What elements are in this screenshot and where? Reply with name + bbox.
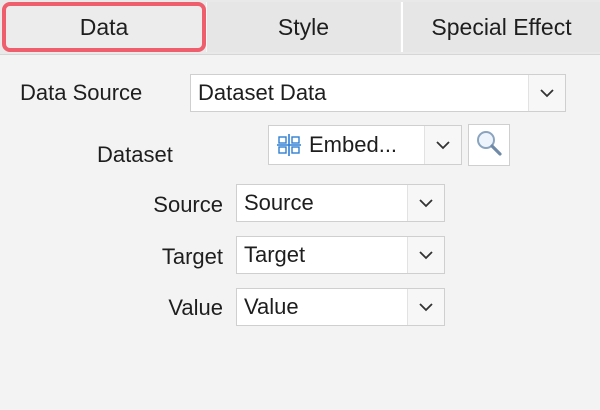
- tab-bar: Data Style Special Effect: [0, 0, 600, 55]
- chevron-down-icon[interactable]: [407, 237, 444, 273]
- target-value: Target: [244, 242, 306, 267]
- data-source-value: Dataset Data: [198, 80, 327, 105]
- chevron-down-icon[interactable]: [528, 75, 565, 111]
- tab-style-label: Style: [277, 13, 330, 40]
- chevron-down-icon[interactable]: [407, 185, 444, 221]
- tab-special-effect[interactable]: Special Effect: [401, 2, 600, 52]
- tab-data-label: Data: [79, 13, 129, 40]
- tab-special-effect-label: Special Effect: [431, 13, 572, 40]
- target-select[interactable]: Target: [236, 236, 445, 274]
- tab-style[interactable]: Style: [206, 2, 400, 52]
- source-label: Source: [153, 192, 223, 217]
- dataset-search-button[interactable]: [468, 124, 510, 166]
- magnifier-icon: [475, 129, 503, 162]
- tab-data[interactable]: Data: [2, 2, 206, 52]
- data-source-select[interactable]: Dataset Data: [190, 74, 566, 112]
- target-label: Target: [161, 244, 223, 269]
- chevron-down-icon[interactable]: [424, 126, 461, 164]
- embedded-table-icon: [275, 131, 303, 159]
- value-value: Value: [244, 294, 299, 319]
- value-select[interactable]: Value: [236, 288, 445, 326]
- data-source-label: Data Source: [20, 80, 143, 105]
- source-select[interactable]: Source: [236, 184, 445, 222]
- data-properties-panel: Data Style Special Effect Data Source Da…: [0, 0, 600, 410]
- dataset-value: Embed...: [309, 132, 398, 157]
- dataset-select[interactable]: Embed...: [268, 125, 462, 165]
- value-label: Value: [168, 295, 223, 320]
- dataset-label: Dataset: [97, 142, 173, 167]
- source-value: Source: [244, 190, 314, 215]
- chevron-down-icon[interactable]: [407, 289, 444, 325]
